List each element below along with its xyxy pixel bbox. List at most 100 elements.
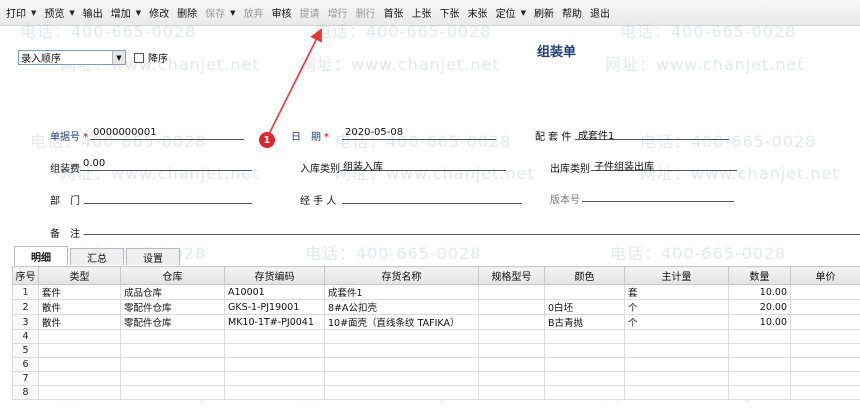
table-cell-name[interactable]: 10#面壳（直线条纹 TAFIKA） bbox=[324, 314, 479, 330]
table-cell-color[interactable] bbox=[544, 385, 625, 400]
table-cell-spec[interactable] bbox=[478, 371, 545, 386]
table-cell-unit[interactable]: 个 bbox=[624, 299, 729, 315]
table-cell-color[interactable] bbox=[544, 329, 625, 344]
table-cell-qty[interactable] bbox=[728, 357, 791, 372]
toolbar-button-5[interactable]: 删除 bbox=[173, 3, 201, 23]
table-row[interactable]: 2 散件 零配件仓库 GKS-1-PJ19001 8#A公扣壳 0白坯个 20.00 bbox=[12, 299, 860, 315]
table-cell-unit[interactable]: 个 bbox=[624, 314, 729, 330]
table-cell-spec[interactable] bbox=[478, 357, 545, 372]
table-cell-name[interactable] bbox=[324, 385, 479, 400]
table-cell-spec[interactable] bbox=[478, 329, 545, 344]
tab-0[interactable]: 明细 bbox=[14, 246, 68, 265]
toolbar-button-13[interactable]: 上张 bbox=[408, 3, 436, 23]
toolbar-button-17[interactable]: 刷新 bbox=[530, 3, 558, 23]
table-cell-code[interactable] bbox=[224, 385, 325, 400]
table-cell-unit[interactable] bbox=[624, 329, 729, 344]
table-cell-wh[interactable] bbox=[120, 385, 225, 400]
toolbar-button-7[interactable]: 放弃 bbox=[240, 3, 268, 23]
table-cell-wh[interactable]: 零配件仓库 bbox=[120, 299, 225, 315]
column-header[interactable]: 类型 bbox=[38, 266, 121, 285]
column-header[interactable]: 规格型号 bbox=[478, 266, 545, 285]
handler-field[interactable] bbox=[342, 191, 522, 204]
table-cell-qty[interactable] bbox=[728, 343, 791, 358]
table-cell-type[interactable] bbox=[38, 357, 121, 372]
table-cell-code[interactable] bbox=[224, 329, 325, 344]
toolbar-button-11[interactable]: 删行 bbox=[352, 3, 380, 23]
table-cell-code[interactable]: GKS-1-PJ19001 bbox=[224, 299, 325, 315]
in-type-field[interactable]: 组装入库 bbox=[340, 158, 506, 173]
table-cell-name[interactable] bbox=[324, 357, 479, 372]
toolbar-button-10[interactable]: 增行 bbox=[324, 3, 352, 23]
date-field[interactable]: 2020-05-08 bbox=[342, 127, 496, 140]
table-cell-wh[interactable]: 零配件仓库 bbox=[120, 314, 225, 330]
toolbar-button-14[interactable]: 下张 bbox=[436, 3, 464, 23]
table-cell-price[interactable] bbox=[790, 329, 860, 344]
chevron-down-icon[interactable]: ▼ bbox=[112, 51, 125, 64]
table-row[interactable]: 1 套件 成品仓库 A10001 成套件1 套 10.00 bbox=[12, 284, 860, 300]
table-cell-price[interactable] bbox=[790, 357, 860, 372]
table-cell-color[interactable] bbox=[544, 371, 625, 386]
table-cell-code[interactable]: A10001 bbox=[224, 284, 325, 300]
table-cell-code[interactable]: MK10-1T#-PJ0041 bbox=[224, 314, 325, 330]
table-cell-color[interactable] bbox=[544, 284, 625, 300]
dropdown-caret-icon[interactable]: ▼ bbox=[69, 9, 74, 17]
table-cell-type[interactable]: 套件 bbox=[38, 284, 121, 300]
table-cell-price[interactable] bbox=[790, 385, 860, 400]
toolbar-button-16[interactable]: 定位 ▼ bbox=[492, 3, 530, 23]
sort-order-select[interactable]: 录入顺序 ▼ bbox=[18, 50, 126, 65]
table-cell-type[interactable]: 散件 bbox=[38, 299, 121, 315]
table-cell-unit[interactable] bbox=[624, 385, 729, 400]
table-cell-spec[interactable] bbox=[478, 314, 545, 330]
table-cell-type[interactable] bbox=[38, 371, 121, 386]
table-cell-color[interactable]: 0白坯 bbox=[544, 299, 625, 315]
table-cell-wh[interactable] bbox=[120, 357, 225, 372]
column-header[interactable]: 主计量 bbox=[624, 266, 729, 285]
descending-toggle[interactable]: 降序 bbox=[134, 50, 168, 65]
table-cell-price[interactable] bbox=[790, 299, 860, 315]
table-row[interactable]: 8 bbox=[12, 385, 860, 400]
table-cell-name[interactable] bbox=[324, 371, 479, 386]
table-row[interactable]: 3 散件 零配件仓库 MK10-1T#-PJ0041 10#面壳（直线条纹 TAFIKA… bbox=[12, 314, 860, 330]
toolbar-button-3[interactable]: 增加 ▼ bbox=[107, 3, 145, 23]
table-row[interactable]: 7 bbox=[12, 371, 860, 386]
table-cell-spec[interactable] bbox=[478, 343, 545, 358]
toolbar-button-19[interactable]: 退出 bbox=[586, 3, 614, 23]
table-cell-name[interactable]: 8#A公扣壳 bbox=[324, 299, 479, 315]
table-cell-price[interactable] bbox=[790, 371, 860, 386]
doc-no-field[interactable]: 0000000001 bbox=[90, 127, 244, 140]
table-cell-code[interactable] bbox=[224, 371, 325, 386]
table-cell-name[interactable]: 成套件1 bbox=[324, 284, 479, 300]
toolbar-button-6[interactable]: 保存 ▼ bbox=[201, 3, 239, 23]
descending-checkbox[interactable] bbox=[134, 52, 144, 63]
tab-1[interactable]: 汇总 bbox=[70, 248, 124, 265]
table-cell-qty[interactable]: 20.00 bbox=[728, 299, 791, 315]
toolbar-button-4[interactable]: 修改 bbox=[145, 3, 173, 23]
dropdown-caret-icon[interactable]: ▼ bbox=[521, 9, 526, 17]
column-header[interactable]: 颜色 bbox=[544, 266, 625, 285]
toolbar-button-8[interactable]: 审核 bbox=[268, 3, 296, 23]
table-cell-qty[interactable]: 10.00 bbox=[728, 284, 791, 300]
table-cell-wh[interactable] bbox=[120, 329, 225, 344]
table-cell-qty[interactable]: 10.00 bbox=[728, 314, 791, 330]
table-cell-spec[interactable] bbox=[478, 385, 545, 400]
fee-field[interactable]: 0.00 bbox=[80, 158, 252, 171]
table-cell-wh[interactable] bbox=[120, 371, 225, 386]
table-cell-spec[interactable] bbox=[478, 299, 545, 315]
kit-field[interactable]: 成套件1 bbox=[575, 127, 729, 142]
table-cell-qty[interactable] bbox=[728, 329, 791, 344]
column-header[interactable]: 数量 bbox=[728, 266, 791, 285]
table-cell-price[interactable] bbox=[790, 314, 860, 330]
toolbar-button-9[interactable]: 提请 bbox=[296, 3, 324, 23]
table-cell-unit[interactable] bbox=[624, 357, 729, 372]
column-header[interactable]: 存货编码 bbox=[224, 266, 325, 285]
table-cell-color[interactable] bbox=[544, 357, 625, 372]
table-cell-type[interactable] bbox=[38, 343, 121, 358]
table-cell-unit[interactable] bbox=[624, 343, 729, 358]
table-cell-price[interactable] bbox=[790, 343, 860, 358]
version-field[interactable] bbox=[582, 189, 734, 202]
toolbar-button-18[interactable]: 帮助 bbox=[558, 3, 586, 23]
toolbar-button-1[interactable]: 预览 ▼ bbox=[40, 3, 78, 23]
table-cell-unit[interactable]: 套 bbox=[624, 284, 729, 300]
toolbar-button-0[interactable]: 打印 ▼ bbox=[2, 3, 40, 23]
table-cell-spec[interactable] bbox=[478, 284, 545, 300]
